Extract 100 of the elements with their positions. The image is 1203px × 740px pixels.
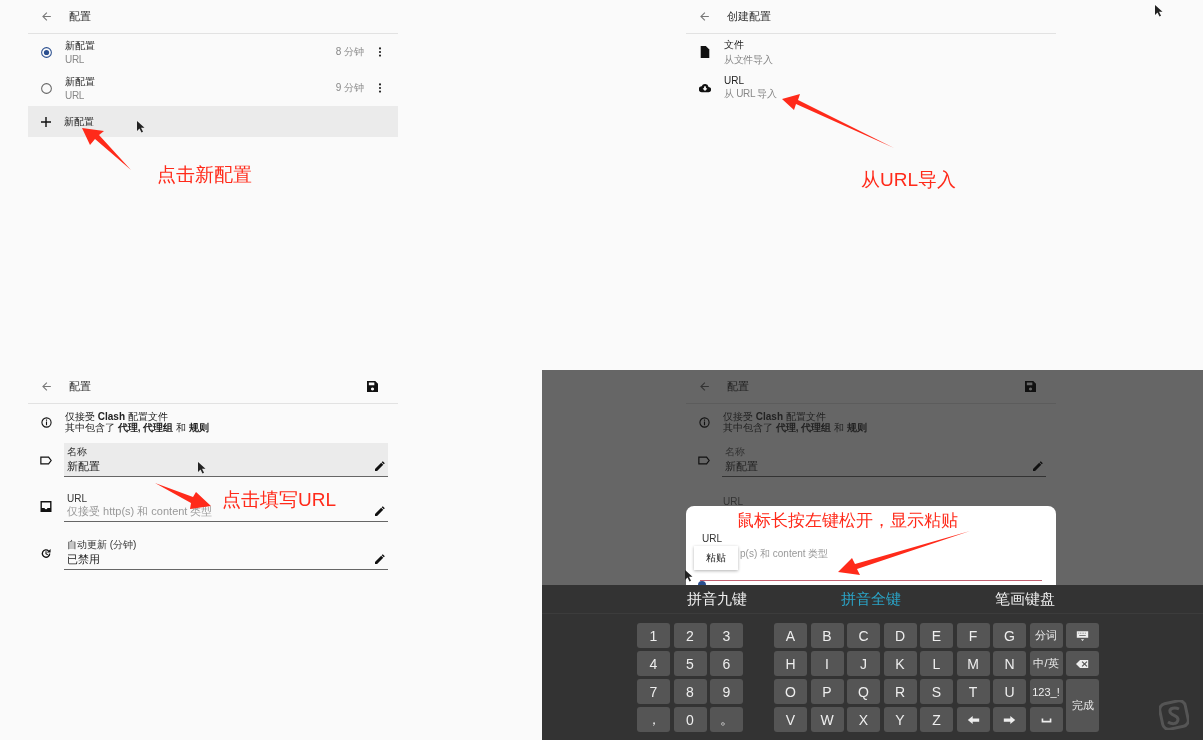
key[interactable]: G [993, 623, 1026, 648]
cursor-icon [685, 570, 693, 582]
logo-icon [1159, 700, 1189, 730]
key[interactable]: V [774, 707, 807, 732]
key[interactable]: D [883, 623, 917, 648]
paste-button[interactable]: 粘贴 [694, 546, 738, 570]
key[interactable]: 2 [673, 623, 707, 648]
pencil-icon [375, 461, 385, 471]
notice-text: 仅接受 Clash 配置文件 [65, 411, 168, 422]
key[interactable]: T [956, 679, 990, 704]
key[interactable]: I [810, 651, 844, 676]
key[interactable]: N [993, 651, 1026, 676]
more-icon[interactable] [378, 82, 382, 94]
notice-text: 其中包含了 代理, 代理组 和 规则 [65, 422, 209, 433]
cursor-icon [198, 462, 206, 474]
profile-type: URL [65, 90, 86, 101]
key[interactable]: 6 [710, 651, 743, 676]
pencil-icon [375, 554, 385, 564]
back-icon[interactable] [698, 10, 711, 23]
back-icon[interactable] [40, 10, 53, 23]
update-time: 9 分钟 [335, 81, 364, 95]
left-arrow-key[interactable] [956, 707, 990, 732]
screen-title: 配置 [727, 379, 749, 394]
info-icon [699, 416, 710, 428]
radio-button[interactable] [40, 45, 53, 59]
key[interactable]: M [956, 651, 990, 676]
key[interactable]: P [810, 679, 844, 704]
annotation-text: 点击填写URL [222, 488, 336, 512]
key[interactable]: 4 [637, 651, 670, 676]
inbox-icon [40, 501, 52, 512]
key[interactable]: Y [883, 707, 917, 732]
key[interactable]: 分词 [1029, 623, 1063, 648]
screen-title: 配置 [69, 9, 91, 24]
right-arrow-key[interactable] [993, 707, 1026, 732]
keyboard-tab[interactable]: 笔画键盘 [948, 585, 1102, 613]
profile-name: 新配置 [65, 39, 95, 53]
pencil-icon [375, 506, 385, 516]
keyboard-tab[interactable]: 拼音全键 [794, 585, 948, 613]
annotation-text: 点击新配置 [157, 163, 252, 187]
update-time: 8 分钟 [335, 45, 364, 59]
key[interactable]: 5 [673, 651, 707, 676]
import-option[interactable]: 文件 从文件导入 [686, 34, 1056, 70]
key[interactable]: J [847, 651, 880, 676]
space-key[interactable] [1029, 707, 1063, 732]
key[interactable]: Q [847, 679, 880, 704]
key[interactable]: B [810, 623, 844, 648]
hide-keyboard-key[interactable] [1066, 623, 1099, 648]
key[interactable]: 1 [637, 623, 670, 648]
key[interactable]: 123_! [1029, 679, 1063, 704]
field-label: URL [702, 533, 722, 544]
cursor-icon [1155, 5, 1163, 17]
key[interactable]: ， [637, 707, 670, 732]
key[interactable]: U [993, 679, 1026, 704]
profile-name: 新配置 [65, 75, 95, 89]
key[interactable]: 3 [710, 623, 743, 648]
key[interactable]: S [920, 679, 953, 704]
annotation-text: 鼠标长按左键松开，显示粘贴 [737, 510, 958, 532]
text-field[interactable]: 自动更新 (分钟) 已禁用 [64, 536, 388, 570]
key[interactable]: E [920, 623, 953, 648]
done-key[interactable]: 完成 [1066, 679, 1099, 732]
screen-title: 配置 [69, 379, 91, 394]
back-icon[interactable] [40, 380, 53, 393]
profile-type: URL [65, 54, 86, 65]
notice-text: 其中包含了 代理, 代理组 和 规则 [723, 422, 867, 433]
key[interactable]: 7 [637, 679, 670, 704]
screen-title: 创建配置 [727, 9, 771, 24]
key[interactable]: O [774, 679, 807, 704]
key[interactable]: Z [920, 707, 953, 732]
save-icon[interactable] [367, 381, 378, 392]
key[interactable]: K [883, 651, 917, 676]
key[interactable]: 中/英 [1029, 651, 1063, 676]
new-profile-row[interactable]: 新配置 [28, 106, 398, 137]
pencil-icon [1033, 461, 1043, 471]
key[interactable]: L [920, 651, 953, 676]
update-icon [40, 547, 52, 559]
key[interactable]: W [810, 707, 844, 732]
key[interactable]: 。 [710, 707, 743, 732]
right-arrow-icon [1003, 714, 1016, 725]
radio-button[interactable] [40, 81, 53, 95]
annotation-arrow [82, 128, 131, 170]
key[interactable]: X [847, 707, 880, 732]
left-arrow-icon [966, 714, 980, 725]
key[interactable]: C [847, 623, 880, 648]
key[interactable]: 0 [673, 707, 707, 732]
key[interactable]: 9 [710, 679, 743, 704]
key[interactable]: F [956, 623, 990, 648]
key[interactable]: 8 [673, 679, 707, 704]
backspace-icon [1076, 658, 1089, 669]
file-icon [699, 46, 711, 58]
backspace-key[interactable] [1066, 651, 1099, 676]
key[interactable]: R [883, 679, 917, 704]
key[interactable]: A [774, 623, 807, 648]
key[interactable]: H [774, 651, 807, 676]
placeholder-text: p(s) 和 content 类型 [740, 547, 829, 561]
keyboard-tab[interactable]: 拼音九键 [640, 585, 794, 613]
import-option[interactable]: URL 从 URL 导入 [686, 70, 1056, 106]
tag-icon [698, 454, 710, 466]
more-icon[interactable] [378, 46, 382, 58]
text-field[interactable]: 名称 新配置 [64, 443, 388, 477]
new-profile-label: 新配置 [64, 114, 94, 129]
